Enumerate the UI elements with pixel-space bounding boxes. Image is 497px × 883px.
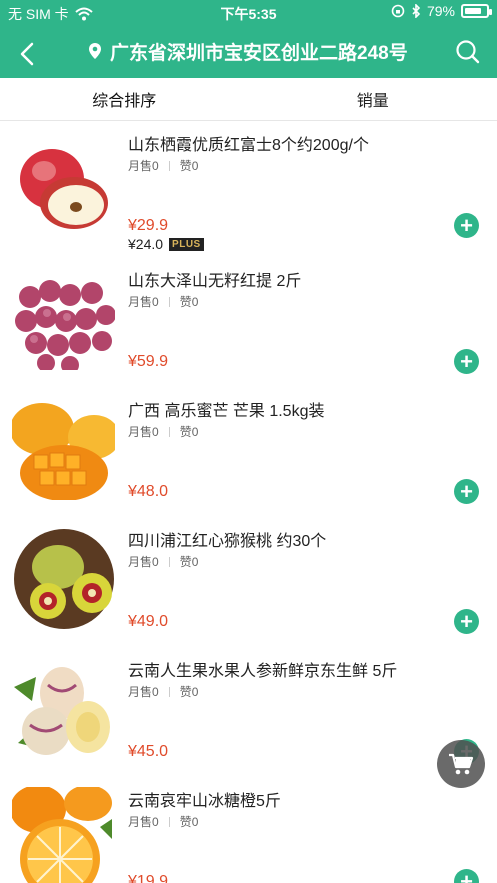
add-to-cart-button[interactable]: + [454,213,479,238]
product-image-mango [12,397,115,500]
nav-bar: 广东省深圳市宝安区创业二路248号 [0,26,497,78]
likes-count: 赞0 [179,555,199,569]
plus-badge: PLUS [169,237,204,251]
back-chevron-icon [20,42,34,66]
likes-count: 赞0 [179,425,199,439]
cart-icon [449,753,474,775]
monthly-sales: 月售0 [128,425,159,439]
monthly-sales: 月售0 [128,685,159,699]
list-item[interactable]: 云南人生果水果人参新鲜京东生鲜 5斤 月售0 赞0 ¥45.0 + [0,647,497,777]
product-title: 山东栖霞优质红富士8个约200g/个 [128,137,369,154]
plus-price: ¥24.0 [128,236,164,252]
plus-icon: + [460,608,473,634]
monthly-sales: 月售0 [128,295,159,309]
product-price: ¥49.0 [128,613,169,630]
orientation-lock-icon [391,4,405,18]
likes-count: 赞0 [179,815,199,829]
meta-divider [168,686,170,697]
product-image-grapes [12,267,115,370]
list-item[interactable]: 四川浦江红心猕猴桃 约30个 月售0 赞0 ¥49.0 + [0,517,497,647]
address-selector[interactable]: 广东省深圳市宝安区创业二路248号 [88,36,408,66]
product-title: 四川浦江红心猕猴桃 约30个 [128,533,327,550]
list-item[interactable]: 云南哀牢山冰糖橙5斤 月售0 赞0 ¥19.9 + [0,777,497,883]
monthly-sales: 月售0 [128,815,159,829]
battery-level [465,8,481,14]
list-item[interactable]: 广西 高乐蜜芒 芒果 1.5kg装 月售0 赞0 ¥48.0 + [0,387,497,517]
product-image-kiwi [12,527,115,630]
meta-divider [168,160,170,171]
meta-divider [168,296,170,307]
search-button[interactable] [451,35,485,69]
address-text: 广东省深圳市宝安区创业二路248号 [110,42,408,64]
search-icon [456,40,480,64]
battery-icon [461,4,492,18]
plus-icon: + [460,212,473,238]
add-to-cart-button[interactable]: + [454,609,479,634]
bluetooth-icon [412,4,421,18]
product-title: 云南哀牢山冰糖橙5斤 [128,793,281,810]
likes-count: 赞0 [179,295,199,309]
product-price: ¥19.9 [128,873,169,883]
cart-button[interactable] [437,740,485,788]
list-item[interactable]: 山东大泽山无籽红提 2斤 月售0 赞0 ¥59.9 + [0,257,497,387]
product-image-pepino [12,657,115,760]
product-image-orange [12,787,115,883]
add-to-cart-button[interactable]: + [454,349,479,374]
product-title: 山东大泽山无籽红提 2斤 [128,273,302,290]
status-bar: 无 SIM 卡 下午5:35 79% [0,0,497,26]
product-price: ¥48.0 [128,483,169,500]
add-to-cart-button[interactable]: + [454,479,479,504]
sort-tabs: 综合排序 销量 [0,78,497,121]
product-title: 云南人生果水果人参新鲜京东生鲜 5斤 [128,663,398,680]
back-button[interactable] [10,36,46,72]
tab-comprehensive[interactable]: 综合排序 [0,78,249,120]
add-to-cart-button[interactable]: + [454,869,479,883]
likes-count: 赞0 [179,159,199,173]
product-list[interactable]: 山东栖霞优质红富士8个约200g/个 月售0 赞0 ¥29.9 ¥24.0 PL… [0,121,497,883]
product-title: 广西 高乐蜜芒 芒果 1.5kg装 [128,403,325,420]
plus-icon: + [460,348,473,374]
meta-divider [168,426,170,437]
likes-count: 赞0 [179,685,199,699]
monthly-sales: 月售0 [128,555,159,569]
product-price: ¥59.9 [128,353,169,370]
tab-sales[interactable]: 销量 [249,78,497,120]
list-item[interactable]: 山东栖霞优质红富士8个约200g/个 月售0 赞0 ¥29.9 ¥24.0 PL… [0,121,497,252]
meta-divider [168,816,170,827]
location-pin-icon [89,43,101,59]
monthly-sales: 月售0 [128,159,159,173]
meta-divider [168,556,170,567]
battery-percent: 79% [426,3,455,19]
plus-icon: + [460,478,473,504]
plus-price-row: ¥24.0 PLUS [128,236,204,252]
product-price: ¥29.9 [128,217,169,234]
product-image-apple [12,131,115,234]
product-price: ¥45.0 [128,743,169,760]
plus-icon: + [460,868,473,883]
